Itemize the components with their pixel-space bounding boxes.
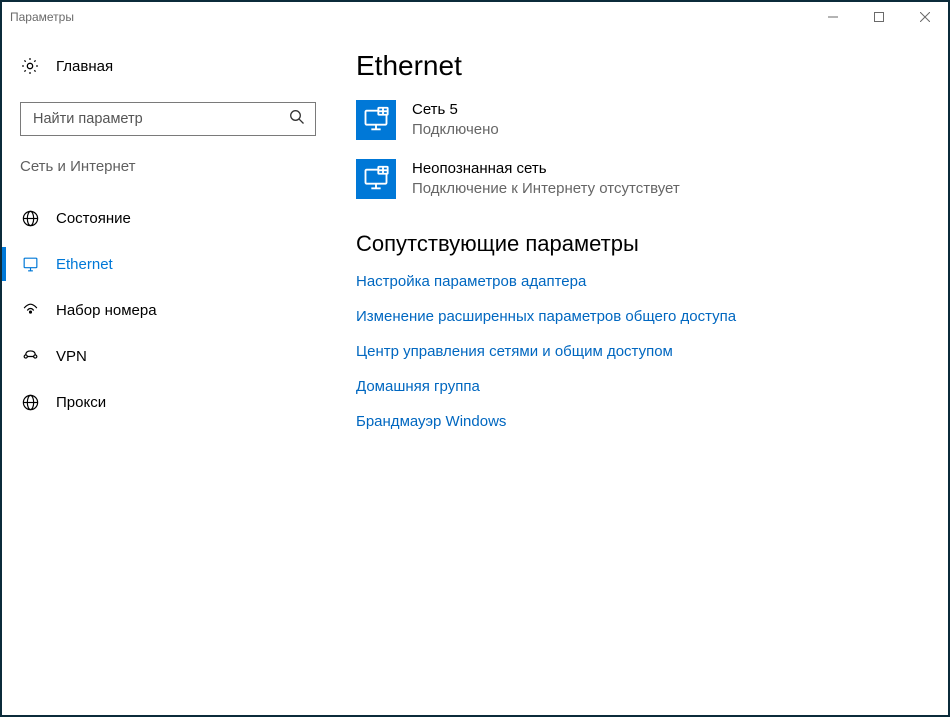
sidebar-item-status[interactable]: Состояние (2, 195, 332, 241)
related-settings-title: Сопутствующие параметры (356, 231, 924, 257)
proxy-icon (20, 393, 40, 412)
network-status: Подключение к Интернету отсутствует (412, 179, 680, 199)
search-icon (289, 109, 305, 130)
sidebar-item-label: VPN (56, 348, 87, 365)
monitor-icon (356, 159, 396, 199)
sidebar-item-label: Ethernet (56, 256, 113, 273)
vpn-icon (20, 347, 40, 366)
sidebar: Главная Сеть и Интернет Состояние (2, 32, 332, 715)
sidebar-item-label: Прокси (56, 394, 106, 411)
sidebar-item-dialup[interactable]: Набор номера (2, 287, 332, 333)
link-advanced-sharing[interactable]: Изменение расширенных параметров общего … (356, 308, 924, 325)
close-button[interactable] (902, 2, 948, 32)
maximize-button[interactable] (856, 2, 902, 32)
network-name: Неопознанная сеть (412, 159, 680, 179)
category-label: Сеть и Интернет (2, 158, 332, 175)
main-panel: Ethernet Сеть 5 Подключено Не (332, 32, 948, 715)
sidebar-item-vpn[interactable]: VPN (2, 333, 332, 379)
link-homegroup[interactable]: Домашняя группа (356, 378, 924, 395)
home-label: Главная (56, 58, 113, 75)
gear-icon (20, 56, 40, 76)
sidebar-item-label: Набор номера (56, 302, 157, 319)
home-button[interactable]: Главная (2, 50, 332, 82)
globe-icon (20, 209, 40, 228)
related-links: Настройка параметров адаптера Изменение … (356, 273, 924, 430)
page-title: Ethernet (356, 50, 924, 82)
search-box[interactable] (20, 102, 316, 136)
network-item[interactable]: Сеть 5 Подключено (356, 100, 924, 141)
window-title: Параметры (10, 10, 810, 24)
sidebar-nav: Состояние Ethernet Набор номера (2, 195, 332, 425)
ethernet-icon (20, 255, 40, 274)
network-name: Сеть 5 (412, 100, 499, 120)
minimize-button[interactable] (810, 2, 856, 32)
monitor-icon (356, 100, 396, 140)
link-firewall[interactable]: Брандмауэр Windows (356, 413, 924, 430)
search-input[interactable] (31, 110, 289, 128)
sidebar-item-ethernet[interactable]: Ethernet (2, 241, 332, 287)
titlebar: Параметры (2, 2, 948, 32)
sidebar-item-label: Состояние (56, 210, 131, 227)
network-status: Подключено (412, 120, 499, 140)
network-item[interactable]: Неопознанная сеть Подключение к Интернет… (356, 159, 924, 200)
sidebar-item-proxy[interactable]: Прокси (2, 379, 332, 425)
link-network-center[interactable]: Центр управления сетями и общим доступом (356, 343, 924, 360)
link-adapter-settings[interactable]: Настройка параметров адаптера (356, 273, 924, 290)
dialup-icon (20, 301, 40, 320)
